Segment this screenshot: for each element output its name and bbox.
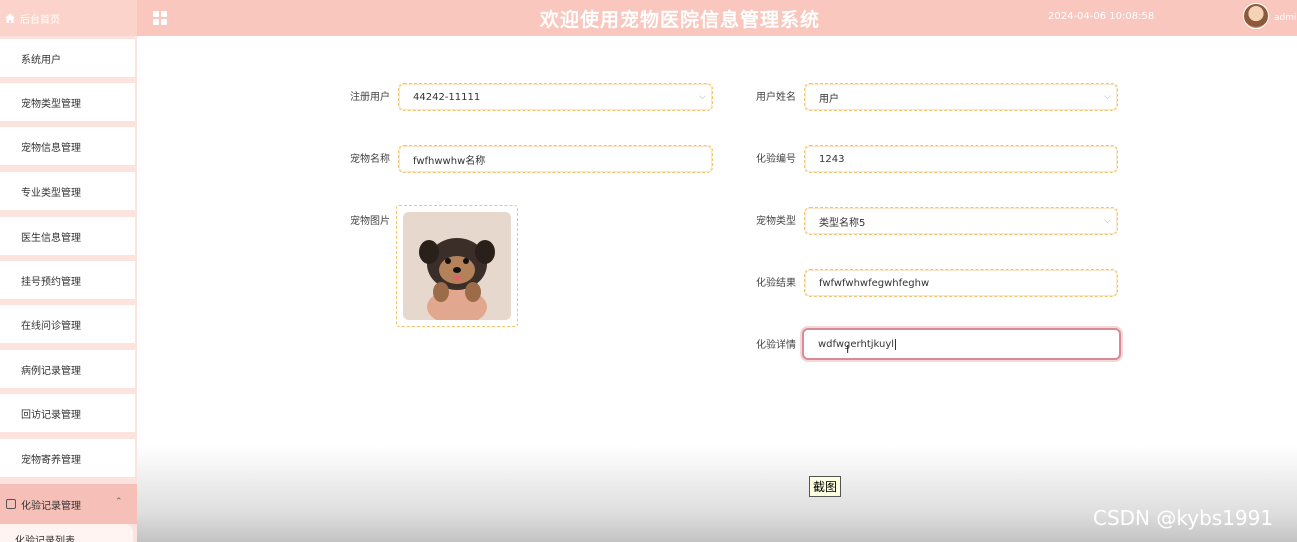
sidebar-item-pet-info[interactable]: 宠物信息管理 — [0, 127, 135, 165]
reg-user-label: 注册用户 — [350, 92, 390, 103]
test-result-input[interactable]: fwfwfwhwfegwhfeghw — [804, 269, 1118, 297]
pet-type-select[interactable]: 类型名称5 ⌵ — [804, 207, 1118, 235]
avatar[interactable] — [1243, 3, 1269, 29]
test-detail-value: wdfwgerhtjkuyl — [818, 338, 895, 350]
pet-photo — [403, 212, 511, 320]
document-icon — [6, 499, 16, 509]
user-name-value: 用户 — [819, 93, 839, 105]
pet-type-label: 宠物类型 — [756, 216, 796, 227]
reg-user-select[interactable]: 44242-11111 ⌵ — [398, 83, 713, 111]
user-name-select[interactable]: 用户 ⌵ — [804, 83, 1118, 111]
menu-grid-icon[interactable] — [153, 11, 167, 25]
datetime-display: 2024-04-06 10:08:58 — [1048, 11, 1155, 22]
sidebar-group-test-records[interactable]: 化验记录管理 ⌃ — [0, 484, 137, 524]
system-title: 欢迎使用宠物医院信息管理系统 — [540, 9, 821, 31]
watermark: CSDN @kybs1991 — [1093, 506, 1274, 530]
home-link[interactable]: 后台首页 — [0, 0, 137, 36]
chevron-down-icon: ⌵ — [699, 92, 706, 102]
test-result-label: 化验结果 — [756, 278, 796, 289]
sidebar-item-case-records[interactable]: 病例记录管理 — [0, 350, 135, 388]
sidebar: 系统用户 宠物类型管理 宠物信息管理 专业类型管理 医生信息管理 挂号预约管理 … — [0, 36, 137, 542]
test-result-value: fwfwfwhwfegwhfeghw — [819, 277, 930, 289]
pet-name-label: 宠物名称 — [350, 154, 390, 165]
puppy-image — [403, 212, 511, 320]
sidebar-item-system-users[interactable]: 系统用户 — [0, 39, 135, 77]
chevron-up-icon: ⌃ — [115, 497, 123, 507]
pet-image-uploader[interactable] — [396, 205, 518, 327]
reg-user-value: 44242-11111 — [413, 91, 481, 103]
top-header: 后台首页 欢迎使用宠物医院信息管理系统 2024-04-06 10:08:58 … — [0, 0, 1297, 36]
sidebar-group-label: 化验记录管理 — [21, 500, 81, 512]
sidebar-item-online-consult[interactable]: 在线问诊管理 — [0, 305, 135, 343]
sidebar-item-specialty-types[interactable]: 专业类型管理 — [0, 172, 135, 210]
home-icon — [5, 13, 15, 23]
sidebar-item-doctor-info[interactable]: 医生信息管理 — [0, 217, 135, 255]
pet-image-label: 宠物图片 — [350, 216, 390, 227]
pet-name-input[interactable]: fwfhwwhw名称 — [398, 145, 713, 173]
chevron-down-icon: ⌵ — [1104, 92, 1111, 102]
screenshot-tooltip: 截图 — [809, 476, 842, 497]
test-no-value: 1243 — [819, 153, 845, 165]
test-no-input[interactable]: 1243 — [804, 145, 1118, 173]
sidebar-item-pet-boarding[interactable]: 宠物寄养管理 — [0, 439, 135, 477]
sidebar-item-followup-records[interactable]: 回访记录管理 — [0, 394, 135, 432]
text-cursor-icon: I — [846, 343, 850, 356]
home-label: 后台首页 — [20, 14, 60, 26]
chevron-down-icon: ⌵ — [1104, 216, 1111, 226]
sidebar-item-appointments[interactable]: 挂号预约管理 — [0, 261, 135, 299]
pet-name-value: fwfhwwhw名称 — [413, 155, 486, 167]
test-detail-label: 化验详情 — [756, 340, 796, 351]
user-name-label: 用户姓名 — [756, 92, 796, 103]
sidebar-subitem-test-list[interactable]: 化验记录列表 — [0, 524, 133, 542]
pet-type-value: 类型名称5 — [819, 217, 866, 229]
test-no-label: 化验编号 — [756, 154, 796, 165]
user-name[interactable]: admi — [1274, 13, 1297, 23]
sidebar-item-pet-types[interactable]: 宠物类型管理 — [0, 83, 135, 121]
